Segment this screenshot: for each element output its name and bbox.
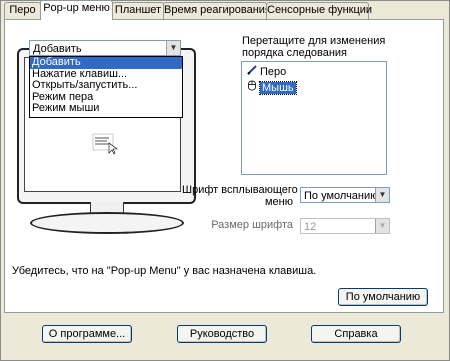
chevron-down-icon[interactable]: ▼ [375,188,389,202]
action-dropdown-list[interactable]: Добавить Нажатие клавиш... Открыть/запус… [29,56,183,118]
order-panel-title-line2: порядка следования [242,47,348,59]
dropdown-item-mouse-mode[interactable]: Режим мыши [30,102,182,115]
list-item-label: Перо [260,66,287,78]
mouse-icon [246,80,258,96]
tab-popup-menu[interactable]: Pop-up меню [40,0,113,20]
tab-response-time[interactable]: Время реагирования [163,2,271,19]
font-combo[interactable]: По умолчанию ▼ [300,187,390,203]
font-size-value: 12 [304,221,317,233]
tab-touch-functions[interactable]: Сенсорные функции [266,2,372,19]
default-button[interactable]: По умолчанию [338,288,428,306]
about-button[interactable]: О программе... [42,325,132,343]
hotkey-notice: Убедитесь, что на "Pop-up Menu" у вас на… [12,265,317,277]
order-listbox[interactable]: Перо Мышь [241,61,387,175]
font-size-label: Размер шрифта [211,219,293,231]
tab-pen[interactable]: Перо [4,2,41,19]
font-label-line1: Шрифт всплывающего [182,184,298,196]
manual-button[interactable]: Руководство [177,325,267,343]
pen-icon [246,65,258,80]
list-item-label: Мышь [259,81,297,95]
list-item[interactable]: Мышь [242,80,386,95]
monitor-base [30,212,184,234]
chevron-down-icon[interactable]: ▼ [166,41,180,55]
action-combo[interactable]: Добавить ▼ [29,40,181,56]
chevron-down-icon: ▼ [375,219,389,233]
font-label-line2: меню [264,196,293,208]
dropdown-item-open-run[interactable]: Открыть/запустить... [30,79,182,92]
tab-tablet[interactable]: Планшет [112,2,164,19]
dropdown-item-add[interactable]: Добавить [30,56,182,69]
list-item[interactable]: Перо [242,65,386,80]
font-size-combo: 12 ▼ [300,218,390,234]
action-combo-value: Добавить [33,43,82,55]
help-button[interactable]: Справка [311,325,401,343]
order-panel-title-line1: Перетащите для изменения [242,35,386,47]
font-combo-value: По умолчанию [304,190,379,202]
